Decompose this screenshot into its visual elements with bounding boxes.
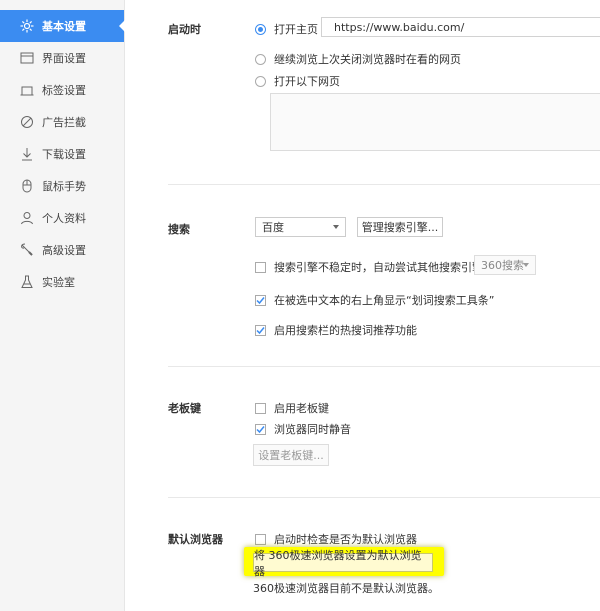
chevron-down-icon	[333, 225, 339, 229]
sidebar-item-label: 个人资料	[42, 212, 86, 225]
sidebar-item-label: 实验室	[42, 276, 75, 289]
sidebar-item-download-settings[interactable]: 下载设置	[0, 138, 124, 170]
section-divider	[168, 497, 600, 498]
checkbox-checked[interactable]	[255, 324, 266, 336]
startup-option-home-label: 打开主页	[274, 23, 318, 36]
search-label: 搜索	[168, 223, 190, 236]
startup-option-restore[interactable]: 继续浏览上次关闭浏览器时在看的网页	[255, 51, 461, 67]
window-icon	[20, 51, 34, 65]
checkbox-unchecked[interactable]	[255, 533, 266, 545]
search-hotwords-label: 启用搜索栏的热搜词推荐功能	[274, 324, 417, 337]
home-url-input[interactable]	[321, 17, 600, 37]
radio-unselected[interactable]	[255, 75, 266, 87]
startup-option-pages[interactable]: 打开以下网页	[255, 73, 340, 89]
startup-label: 启动时	[168, 23, 201, 36]
sidebar-item-tab-settings[interactable]: 标签设置	[0, 74, 124, 106]
section-divider	[168, 366, 600, 367]
sidebar-item-basic-settings[interactable]: 基本设置	[0, 10, 125, 42]
checkbox-checked[interactable]	[255, 294, 266, 306]
mouse-icon	[20, 179, 34, 193]
user-icon	[20, 211, 34, 225]
set-default-browser-button[interactable]: 将 360极速浏览器设置为默认浏览器	[253, 549, 433, 578]
tab-icon	[20, 83, 34, 97]
radio-unselected[interactable]	[255, 53, 266, 65]
search-fallback-row[interactable]: 搜索引擎不稳定时，自动尝试其他搜索引擎：	[255, 259, 494, 275]
search-fallback-label: 搜索引擎不稳定时，自动尝试其他搜索引擎：	[274, 261, 494, 274]
sidebar-item-mouse-gestures[interactable]: 鼠标手势	[0, 170, 124, 202]
default-check-row[interactable]: 启动时检查是否为默认浏览器	[255, 531, 417, 547]
flask-icon	[20, 275, 34, 289]
checkbox-unchecked[interactable]	[255, 402, 266, 414]
search-engine-value: 百度	[262, 221, 284, 234]
startup-pages-list[interactable]	[270, 93, 600, 151]
sidebar-item-label: 界面设置	[42, 52, 86, 65]
settings-sidebar: 基本设置 界面设置 标签设置 广告拦截 下载设置 鼠标手势 个人资料 高级设置 …	[0, 0, 125, 611]
search-toolbar-row[interactable]: 在被选中文本的右上角显示“划词搜索工具条”	[255, 292, 494, 308]
checkmark-icon	[256, 296, 265, 304]
set-bosskey-button[interactable]: 设置老板键...	[253, 444, 329, 466]
chevron-down-icon	[523, 263, 529, 267]
bosskey-mute-row[interactable]: 浏览器同时静音	[255, 421, 351, 437]
fallback-engine-value: 360搜索	[481, 259, 524, 272]
default-check-label: 启动时检查是否为默认浏览器	[274, 533, 417, 546]
block-icon	[20, 115, 34, 129]
bosskey-enable-label: 启用老板键	[274, 402, 329, 415]
search-hotwords-row[interactable]: 启用搜索栏的热搜词推荐功能	[255, 322, 417, 338]
startup-option-restore-label: 继续浏览上次关闭浏览器时在看的网页	[274, 53, 461, 66]
sidebar-item-lab[interactable]: 实验室	[0, 266, 124, 298]
search-toolbar-label: 在被选中文本的右上角显示“划词搜索工具条”	[274, 294, 495, 307]
fallback-engine-select[interactable]: 360搜索	[474, 255, 536, 275]
sidebar-item-label: 下载设置	[42, 148, 86, 161]
bosskey-mute-label: 浏览器同时静音	[274, 423, 351, 436]
checkbox-checked[interactable]	[255, 423, 266, 435]
gear-icon	[20, 19, 34, 33]
checkbox-unchecked[interactable]	[255, 261, 266, 273]
download-icon	[20, 147, 34, 161]
default-browser-label: 默认浏览器	[168, 533, 223, 546]
startup-option-home[interactable]: 打开主页	[255, 21, 318, 37]
manage-search-engines-button[interactable]: 管理搜索引擎...	[357, 217, 443, 237]
sidebar-item-label: 高级设置	[42, 244, 86, 257]
search-engine-select[interactable]: 百度	[255, 217, 346, 237]
sidebar-item-personal-profile[interactable]: 个人资料	[0, 202, 124, 234]
sidebar-item-ad-block[interactable]: 广告拦截	[0, 106, 124, 138]
section-divider	[168, 184, 600, 185]
bosskey-label: 老板键	[168, 402, 201, 415]
wrench-icon	[20, 243, 34, 257]
checkmark-icon	[256, 326, 265, 334]
radio-selected[interactable]	[255, 23, 266, 35]
sidebar-item-label: 鼠标手势	[42, 180, 86, 193]
startup-option-pages-label: 打开以下网页	[274, 75, 340, 88]
sidebar-item-label: 广告拦截	[42, 116, 86, 129]
sidebar-item-interface-settings[interactable]: 界面设置	[0, 42, 124, 74]
sidebar-item-label: 标签设置	[42, 84, 86, 97]
checkmark-icon	[256, 425, 265, 433]
sidebar-item-advanced-settings[interactable]: 高级设置	[0, 234, 124, 266]
sidebar-item-label: 基本设置	[42, 20, 86, 33]
default-browser-status: 360极速浏览器目前不是默认浏览器。	[253, 582, 439, 595]
bosskey-enable-row[interactable]: 启用老板键	[255, 400, 329, 416]
